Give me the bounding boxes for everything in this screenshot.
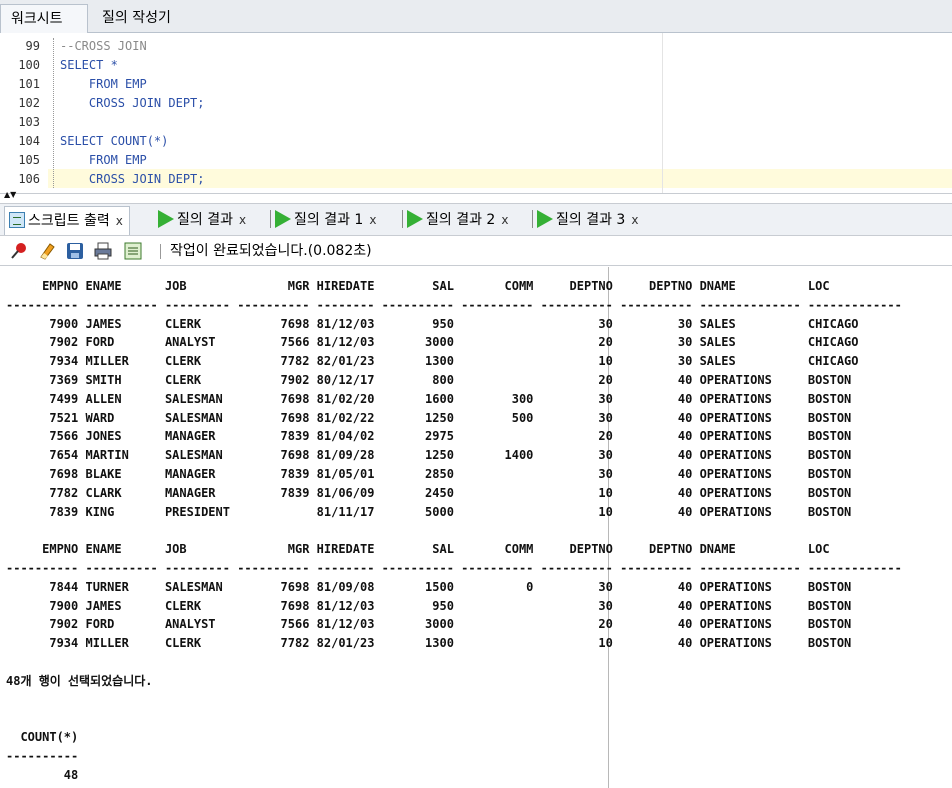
tab-query-result-2[interactable]: 질의 결과 2 x: [402, 206, 508, 235]
export-icon[interactable]: [124, 242, 142, 260]
code-line[interactable]: CROSS JOIN DEPT;: [60, 94, 205, 113]
code-line[interactable]: FROM EMP: [60, 151, 147, 170]
tab-query-result-2-label: 질의 결과 2: [426, 212, 496, 228]
tab-query-result-label: 질의 결과: [177, 212, 233, 228]
line-number: 100: [18, 58, 40, 72]
output-line: 7900 JAMES CLERK 7698 81/12/03 950 30 40…: [6, 598, 902, 613]
output-line: COUNT(*): [6, 730, 79, 745]
tab-query-result[interactable]: 질의 결과 x: [158, 206, 246, 235]
code-line[interactable]: CROSS JOIN DEPT;: [60, 170, 205, 189]
output-tab-bar: 스크립트 출력 x 질의 결과 x 질의 결과 1 x 질의 결과 2 x 질의 결과 …: [0, 203, 952, 236]
tab-query-builder[interactable]: 질의 작성기: [92, 4, 181, 33]
output-line: 7934 MILLER CLERK 7782 82/01/23 1300 10 …: [6, 636, 902, 651]
close-icon[interactable]: x: [116, 214, 123, 228]
line-number-gutter: 99 100 101 102 103 104 105 106: [0, 33, 48, 193]
right-margin-guide: [662, 33, 663, 193]
close-icon[interactable]: x: [239, 213, 246, 227]
output-line: 7782 CLARK MANAGER 7839 81/06/09 2450 10…: [6, 485, 902, 500]
output-line: 7902 FORD ANALYST 7566 81/12/03 3000 20 …: [6, 335, 902, 350]
tab-separator: [270, 210, 271, 228]
line-number: 105: [18, 153, 40, 167]
close-icon[interactable]: x: [501, 213, 508, 227]
close-icon[interactable]: x: [631, 213, 638, 227]
worksheet-tab-bar: 워크시트 질의 작성기: [0, 0, 952, 33]
tab-query-result-1-label: 질의 결과 1: [294, 212, 364, 228]
output-line: EMPNO ENAME JOB MGR HIREDATE SAL COMM DE…: [6, 542, 902, 557]
code-fold-guide: [53, 38, 54, 188]
output-line: 7654 MARTIN SALESMAN 7698 81/09/28 1250 …: [6, 448, 902, 463]
tab-separator: [402, 210, 403, 228]
output-line: ---------- ---------- --------- --------…: [6, 297, 902, 312]
line-number: 104: [18, 134, 40, 148]
code-line[interactable]: SELECT *: [60, 56, 118, 75]
code-line[interactable]: SELECT COUNT(*): [60, 132, 168, 151]
sql-editor[interactable]: 99 100 101 102 103 104 105 106 --CROSS J…: [0, 33, 952, 194]
output-line: 48: [6, 767, 79, 782]
line-number: 103: [18, 115, 40, 129]
print-icon[interactable]: [94, 242, 112, 260]
output-toolbar: 작업이 완료되었습니다.(0.082초): [0, 236, 952, 266]
output-line: 7839 KING PRESIDENT 81/11/17 5000 10 40 …: [6, 504, 902, 519]
line-number: 102: [18, 96, 40, 110]
save-icon[interactable]: [66, 242, 84, 260]
code-line[interactable]: FROM EMP: [60, 75, 147, 94]
output-line: ----------: [6, 748, 79, 763]
output-line: 48개 행이 선택되었습니다.: [6, 673, 153, 688]
script-output-panel[interactable]: EMPNO ENAME JOB MGR HIREDATE SAL COMM DE…: [0, 267, 952, 788]
output-line: 7934 MILLER CLERK 7782 82/01/23 1300 10 …: [6, 354, 902, 369]
output-line: ---------- ---------- --------- --------…: [6, 560, 902, 575]
tab-script-output[interactable]: 스크립트 출력 x: [4, 206, 130, 235]
tab-separator: [532, 210, 533, 228]
output-line: 7844 TURNER SALESMAN 7698 81/09/08 1500 …: [6, 579, 902, 594]
output-line: 7900 JAMES CLERK 7698 81/12/03 950 30 30…: [6, 316, 902, 331]
output-line: 7521 WARD SALESMAN 7698 81/02/22 1250 50…: [6, 410, 902, 425]
tab-query-result-3-label: 질의 결과 3: [556, 212, 626, 228]
output-line: 7566 JONES MANAGER 7839 81/04/02 2975 20…: [6, 429, 902, 444]
code-line[interactable]: --CROSS JOIN: [60, 37, 147, 56]
output-line: 7698 BLAKE MANAGER 7839 81/05/01 2850 30…: [6, 466, 902, 481]
tab-script-output-label: 스크립트 출력: [28, 213, 110, 229]
tab-query-builder-label: 질의 작성기: [102, 10, 171, 26]
run-icon: [158, 210, 174, 228]
eraser-icon[interactable]: [38, 242, 56, 260]
output-line: EMPNO ENAME JOB MGR HIREDATE SAL COMM DE…: [6, 279, 902, 293]
script-output-icon: [9, 212, 25, 228]
pin-icon[interactable]: [10, 242, 28, 260]
tab-query-result-3[interactable]: 질의 결과 3 x: [532, 206, 638, 235]
line-number: 101: [18, 77, 40, 91]
line-number: 106: [18, 172, 40, 186]
toolbar-separator: [160, 244, 161, 259]
script-output-text: EMPNO ENAME JOB MGR HIREDATE SAL COMM DE…: [6, 277, 902, 785]
run-icon: [275, 210, 291, 228]
tab-worksheet[interactable]: 워크시트: [0, 4, 88, 33]
tab-query-result-1[interactable]: 질의 결과 1 x: [270, 206, 376, 235]
run-icon: [537, 210, 553, 228]
line-number: 99: [25, 39, 40, 53]
panel-splitter-arrows-icon[interactable]: ▲▼: [4, 190, 34, 200]
execution-status: 작업이 완료되었습니다.(0.082초): [170, 243, 372, 259]
output-line: 7369 SMITH CLERK 7902 80/12/17 800 20 40…: [6, 372, 902, 387]
run-icon: [407, 210, 423, 228]
output-line: 7499 ALLEN SALESMAN 7698 81/02/20 1600 3…: [6, 391, 902, 406]
output-line: 7902 FORD ANALYST 7566 81/12/03 3000 20 …: [6, 617, 902, 632]
close-icon[interactable]: x: [369, 213, 376, 227]
tab-worksheet-label: 워크시트: [11, 11, 63, 27]
